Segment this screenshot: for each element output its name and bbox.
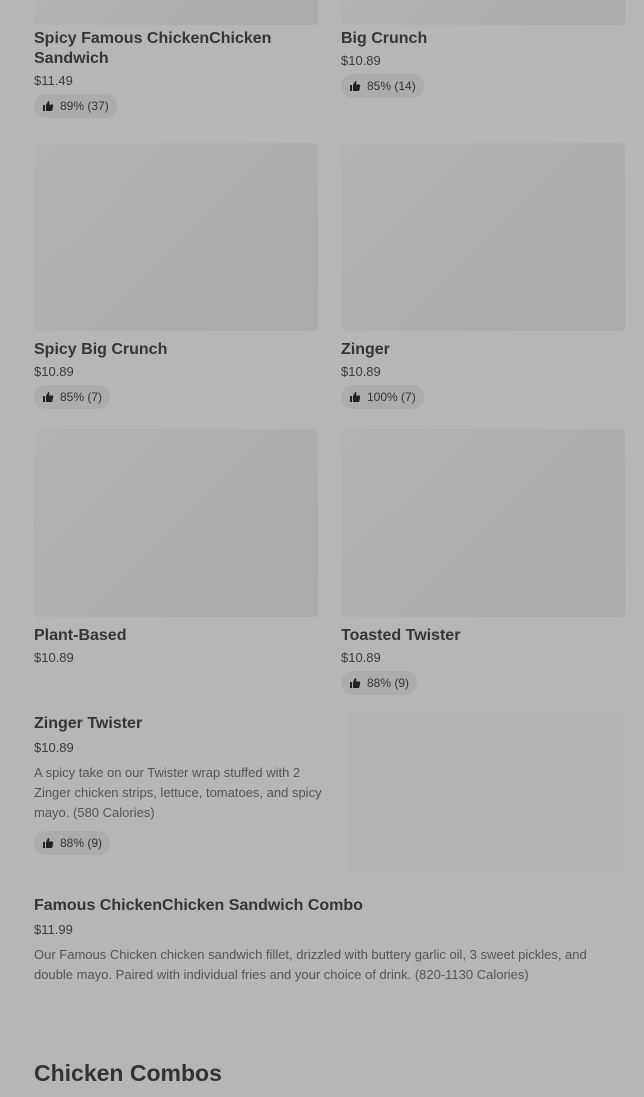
rating-text: 100% (7)	[367, 390, 416, 404]
thumbs-up-icon	[43, 101, 54, 111]
rating-text: 88% (9)	[60, 836, 103, 850]
item-name: Spicy Famous ChickenChicken Sandwich	[34, 30, 272, 67]
rating-badge: 85% (7)	[34, 385, 111, 409]
menu-page: Spicy Famous ChickenChicken Sandwich $11…	[0, 0, 644, 1097]
section-heading: Chicken Combos	[34, 1060, 222, 1086]
menu-item-card[interactable]: Spicy Famous ChickenChicken Sandwich $11…	[34, 0, 318, 118]
item-price: $10.89	[341, 53, 381, 68]
rating-badge: 85% (14)	[341, 74, 424, 98]
item-price: $11.99	[34, 922, 73, 937]
item-image	[34, 429, 318, 617]
item-image	[341, 0, 625, 25]
item-description: Our Famous Chicken chicken sandwich fill…	[34, 947, 587, 982]
menu-item-row[interactable]: Zinger Twister $10.89 A spicy take on ou…	[34, 714, 334, 855]
rating-badge: 100% (7)	[341, 385, 424, 409]
item-image	[34, 0, 318, 25]
rating-text: 85% (7)	[60, 390, 103, 404]
menu-item-card[interactable]: Toasted Twister $10.89 88% (9)	[341, 429, 625, 695]
thumbs-up-icon	[350, 81, 361, 91]
thumbs-up-icon	[43, 392, 54, 402]
rating-text: 85% (14)	[367, 79, 416, 93]
item-image	[34, 143, 318, 331]
item-price: $10.89	[34, 740, 74, 755]
item-price: $10.89	[341, 364, 381, 379]
item-name: Zinger	[341, 341, 390, 358]
item-name: Spicy Big Crunch	[34, 341, 168, 358]
rating-text: 88% (9)	[367, 676, 410, 690]
thumbs-up-icon	[350, 392, 361, 402]
menu-item-row[interactable]: Famous ChickenChicken Sandwich Combo $11…	[34, 896, 614, 985]
item-image	[347, 712, 624, 872]
thumbs-up-icon	[350, 678, 361, 688]
item-image	[341, 143, 625, 331]
menu-item-card[interactable]: Zinger $10.89 100% (7)	[341, 143, 625, 409]
item-name: Big Crunch	[341, 30, 428, 47]
item-price: $10.89	[34, 650, 74, 665]
rating-text: 89% (37)	[60, 99, 109, 113]
item-name: Famous ChickenChicken Sandwich Combo	[34, 897, 363, 914]
thumbs-up-icon	[43, 838, 54, 848]
item-name: Toasted Twister	[341, 627, 461, 644]
item-name: Zinger Twister	[34, 715, 143, 732]
item-name: Plant-Based	[34, 627, 127, 644]
menu-item-card[interactable]: Big Crunch $10.89 85% (14)	[341, 0, 625, 98]
item-image	[341, 429, 625, 617]
menu-item-card[interactable]: Spicy Big Crunch $10.89 85% (7)	[34, 143, 318, 409]
rating-badge: 88% (9)	[341, 671, 418, 695]
item-description: A spicy take on our Twister wrap stuffed…	[34, 765, 322, 820]
item-price: $10.89	[341, 650, 381, 665]
rating-badge: 89% (37)	[34, 94, 117, 118]
menu-item-card[interactable]: Plant-Based $10.89	[34, 429, 318, 667]
item-price: $11.49	[34, 73, 73, 88]
rating-badge: 88% (9)	[34, 831, 111, 855]
item-price: $10.89	[34, 364, 74, 379]
